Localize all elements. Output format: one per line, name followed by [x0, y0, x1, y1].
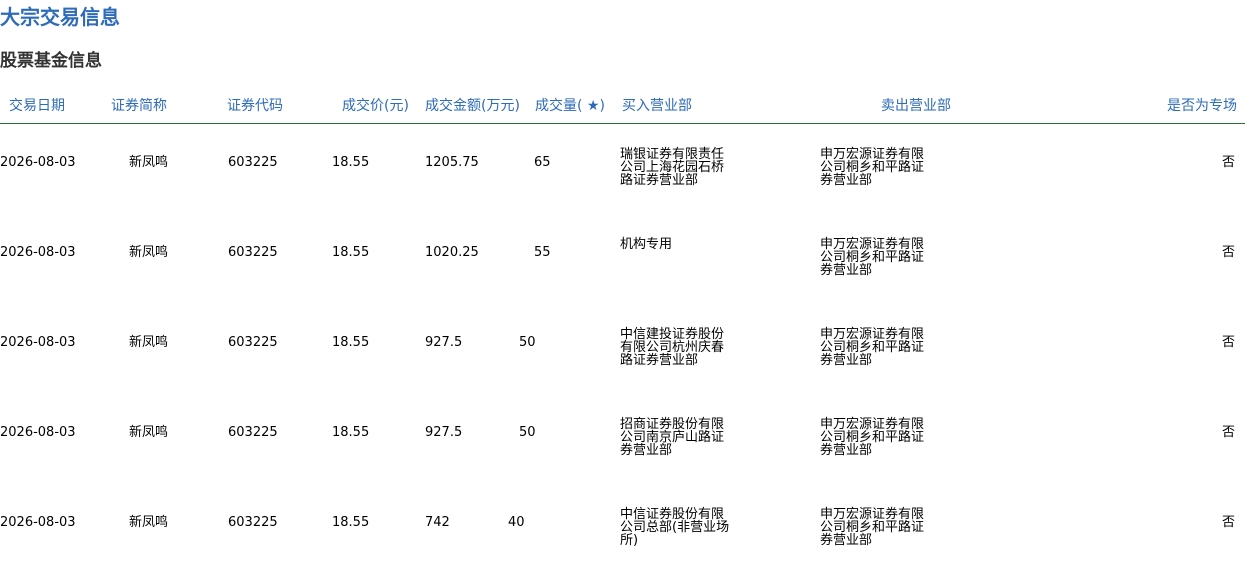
cell-seller: 申万宏源证券有限公司桐乡和平路证券营业部 [820, 507, 925, 548]
page-title: 大宗交易信息 [0, 5, 120, 29]
cell-special: 否 [1221, 515, 1235, 530]
cell-date: 2026-08-03 [0, 245, 76, 260]
header-security-code[interactable]: 证券代码 [227, 96, 283, 116]
cell-volume: 65 [534, 155, 551, 170]
cell-buyer: 招商证券股份有限公司南京庐山路证券营业部 [620, 417, 725, 458]
cell-amount: 1205.75 [425, 155, 479, 170]
header-price[interactable]: 成交价(元) [342, 96, 409, 116]
cell-seller: 申万宏源证券有限公司桐乡和平路证券营业部 [820, 147, 925, 188]
cell-amount: 742 [425, 515, 450, 530]
cell-amount: 1020.25 [425, 245, 479, 260]
cell-buyer: 瑞银证券有限责任公司上海花园石桥路证券营业部 [620, 147, 725, 188]
cell-special: 否 [1221, 425, 1235, 440]
cell-price: 18.55 [332, 335, 370, 350]
cell-name: 新凤鸣 [129, 425, 169, 440]
cell-date: 2026-08-03 [0, 425, 76, 440]
cell-date: 2026-08-03 [0, 335, 76, 350]
cell-seller: 申万宏源证券有限公司桐乡和平路证券营业部 [820, 417, 925, 458]
cell-buyer: 中信建投证券股份有限公司杭州庆春路证券营业部 [620, 327, 725, 368]
cell-code: 603225 [228, 515, 278, 530]
header-buyer[interactable]: 买入营业部 [622, 96, 692, 116]
header-amount[interactable]: 成交金额(万元) [425, 96, 520, 116]
cell-special: 否 [1221, 335, 1235, 350]
cell-volume: 55 [534, 245, 551, 260]
cell-name: 新凤鸣 [129, 515, 169, 530]
cell-buyer: 中信证券股份有限公司总部(非营业场所) [620, 507, 730, 548]
cell-code: 603225 [228, 335, 278, 350]
cell-price: 18.55 [332, 245, 370, 260]
cell-price: 18.55 [332, 425, 370, 440]
header-special[interactable]: 是否为专场 [1167, 96, 1237, 116]
cell-date: 2026-08-03 [0, 515, 76, 530]
header-trade-date[interactable]: 交易日期 [9, 96, 65, 116]
cell-volume: 50 [519, 425, 536, 440]
table-row: 2026-08-03 新凤鸣 603225 18.55 927.5 50 招商证… [0, 394, 1245, 484]
header-security-name[interactable]: 证券简称 [111, 96, 167, 116]
cell-seller: 申万宏源证券有限公司桐乡和平路证券营业部 [820, 327, 925, 368]
cell-price: 18.55 [332, 155, 370, 170]
cell-name: 新凤鸣 [129, 335, 169, 350]
table-header: 交易日期 证券简称 证券代码 成交价(元) 成交金额(万元) 成交量( ★) 买… [0, 96, 1245, 124]
cell-amount: 927.5 [425, 425, 463, 440]
cell-price: 18.55 [332, 515, 370, 530]
cell-volume: 40 [508, 515, 525, 530]
cell-name: 新凤鸣 [129, 245, 169, 260]
cell-buyer: 机构专用 [620, 237, 673, 252]
cell-special: 否 [1221, 155, 1235, 170]
table-row: 2026-08-03 新凤鸣 603225 18.55 1020.25 55 机… [0, 214, 1245, 304]
cell-special: 否 [1221, 245, 1235, 260]
table-row: 2026-08-03 新凤鸣 603225 18.55 742 40 中信证券股… [0, 484, 1245, 574]
header-volume[interactable]: 成交量( ★) [535, 96, 605, 116]
section-title: 股票基金信息 [0, 51, 102, 71]
cell-code: 603225 [228, 245, 278, 260]
cell-code: 603225 [228, 425, 278, 440]
cell-seller: 申万宏源证券有限公司桐乡和平路证券营业部 [820, 237, 925, 278]
header-seller[interactable]: 卖出营业部 [881, 96, 951, 116]
cell-amount: 927.5 [425, 335, 463, 350]
cell-volume: 50 [519, 335, 536, 350]
cell-date: 2026-08-03 [0, 155, 76, 170]
cell-code: 603225 [228, 155, 278, 170]
table-row: 2026-08-03 新凤鸣 603225 18.55 1205.75 65 瑞… [0, 124, 1245, 214]
table-row: 2026-08-03 新凤鸣 603225 18.55 927.5 50 中信建… [0, 304, 1245, 394]
cell-name: 新凤鸣 [129, 155, 169, 170]
